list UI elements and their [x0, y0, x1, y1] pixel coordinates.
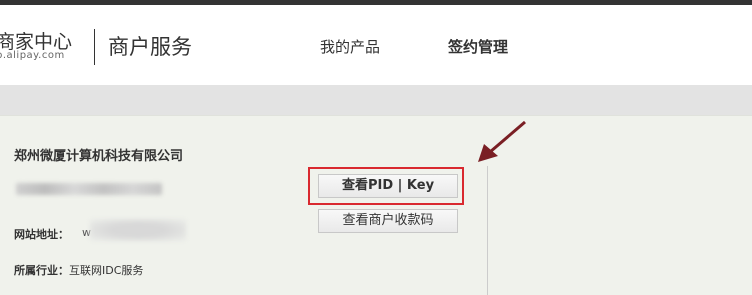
vertical-divider [487, 166, 488, 295]
redacted-website [90, 219, 186, 241]
page-title: 商户服务 [108, 35, 192, 59]
website-label: 网站地址： [14, 228, 69, 241]
redacted-account-id [16, 183, 162, 195]
brand-divider [94, 29, 95, 65]
annotation-arrow-icon [478, 120, 526, 162]
nav-my-products[interactable]: 我的产品 [320, 36, 380, 57]
nav-contract-management[interactable]: 签约管理 [448, 36, 508, 57]
brand-domain: b.alipay.com [0, 50, 65, 61]
industry-field: 所属行业：互联网IDC服务 [14, 262, 143, 278]
industry-value: 互联网IDC服务 [69, 264, 144, 277]
view-qr-code-button[interactable]: 查看商户收款码 [318, 209, 458, 233]
industry-label: 所属行业： [14, 264, 69, 277]
section-bar [0, 85, 752, 115]
highlight-box [308, 167, 464, 205]
header: 商家中心 b.alipay.com 商户服务 我的产品 签约管理 [0, 5, 752, 85]
website-field: 网站地址： [14, 226, 69, 242]
company-name: 郑州微厦计算机科技有限公司 [14, 149, 184, 164]
merchant-info-panel: 郑州微厦计算机科技有限公司 网站地址： w 所属行业：互联网IDC服务 查看PI… [0, 115, 752, 295]
